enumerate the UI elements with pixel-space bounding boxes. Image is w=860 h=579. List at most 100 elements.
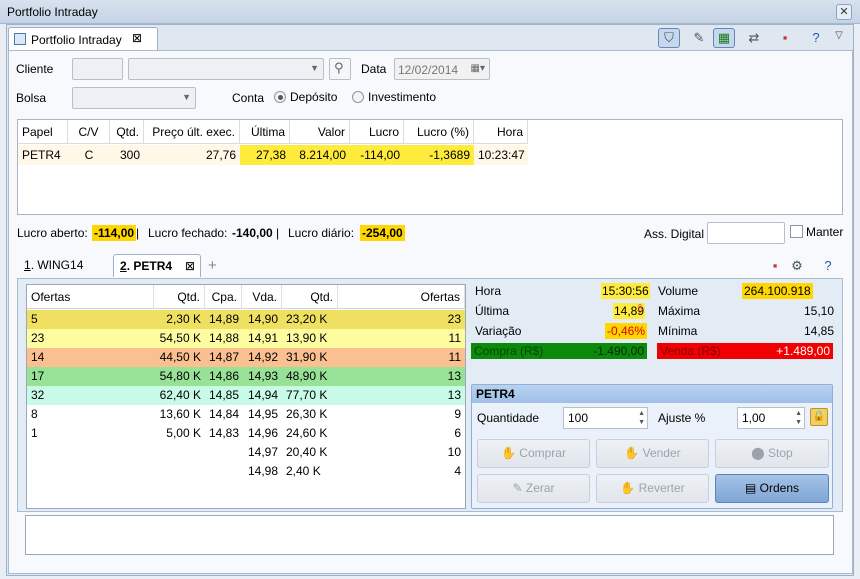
cell-qtd-venda: 20,40 K <box>286 445 328 459</box>
cell-qtd-compra: 2,30 K <box>166 312 201 326</box>
lock-icon[interactable]: 🔒 <box>810 408 828 426</box>
col-header-cpa[interactable]: Cpa. <box>205 285 242 309</box>
book-row[interactable]: 8 13,60 K 14,84 14,95 26,30 K 9 <box>27 405 465 424</box>
reverter-button[interactable]: ✋ Reverter <box>596 474 709 503</box>
cliente-select[interactable]: ▼ <box>128 58 324 80</box>
cell-qtd-venda: 24,60 K <box>286 426 328 440</box>
book-row[interactable]: 23 54,50 K 14,88 14,91 13,90 K 11 <box>27 329 465 348</box>
cell-hora: 10:23:47 <box>474 145 528 165</box>
book-row[interactable]: 14,98 2,40 K 4 <box>27 462 465 481</box>
help-icon[interactable]: ? <box>817 256 839 276</box>
tab-number: 1 <box>24 258 31 272</box>
cell-ultima: 27,38 <box>240 145 290 165</box>
col-header-ultima[interactable]: Última <box>240 120 290 144</box>
cell-ofertas-compra: 5 <box>31 312 38 326</box>
ajuste-stepper[interactable]: 1,00 ▲ ▼ <box>737 407 805 429</box>
col-header-qtd[interactable]: Qtd. <box>154 285 205 309</box>
close-icon[interactable]: ✕ <box>836 4 852 20</box>
chevron-down-icon[interactable]: ▽ <box>828 26 850 46</box>
help-icon[interactable]: ? <box>805 28 827 48</box>
col-header-preco[interactable]: Preço últ. exec. <box>144 120 240 144</box>
maxima-label: Máxima <box>658 304 701 318</box>
col-header-vda[interactable]: Vda. <box>242 285 282 309</box>
stop-label: Stop <box>768 446 793 460</box>
cell-ofertas-venda: 10 <box>447 445 461 459</box>
col-header-lucro[interactable]: Lucro <box>350 120 404 144</box>
venda-value: +1.489,00 <box>776 344 830 358</box>
export-icon[interactable]: ▦ <box>713 28 735 48</box>
cell-cpa: 14,85 <box>209 388 240 402</box>
ordens-button[interactable]: ▤ Ordens <box>715 474 829 503</box>
stepper-arrows-icon[interactable]: ▲ ▼ <box>638 409 645 427</box>
cell-vda: 14,93 <box>247 369 278 383</box>
cell-qtd-compra: 44,50 K <box>159 350 201 364</box>
add-tab-icon[interactable]: + <box>202 254 223 277</box>
cell-qtd-compra: 54,50 K <box>159 331 201 345</box>
color-grid-icon[interactable]: ▪ <box>774 28 796 48</box>
maxima-value: 15,10 <box>804 304 835 318</box>
tab-close-icon[interactable]: ⊠ <box>132 31 142 45</box>
conta-label: Conta <box>232 91 265 105</box>
manter-label: Manter <box>806 225 844 239</box>
quantidade-stepper[interactable]: 100 ▲ ▼ <box>563 407 648 429</box>
cell-ofertas-compra: 23 <box>31 331 45 345</box>
date-field[interactable]: 12/02/2014 ▦▾ <box>394 58 490 80</box>
comprar-button[interactable]: ✋ Comprar <box>477 439 590 468</box>
lucro-fechado-label: Lucro fechado: <box>148 226 228 240</box>
stepper-arrows-icon[interactable]: ▲ ▼ <box>795 409 802 427</box>
tab-petr4[interactable]: 2. PETR4 ⊠ <box>113 254 201 277</box>
col-header-qtd[interactable]: Qtd. <box>110 120 144 144</box>
data-label: Data <box>361 62 387 76</box>
cliente-code-input[interactable] <box>72 58 123 80</box>
radio-investimento[interactable] <box>352 91 364 103</box>
cell-qtd: 300 <box>110 145 144 165</box>
cell-ofertas-venda: 13 <box>447 369 461 383</box>
radio-deposito[interactable] <box>274 91 286 103</box>
radio-deposito-label: Depósito <box>290 90 338 104</box>
manter-checkbox[interactable] <box>790 225 803 238</box>
book-row[interactable]: 5 2,30 K 14,89 14,90 23,20 K 23 <box>27 310 465 329</box>
color-grid-icon[interactable]: ▪ <box>764 256 786 276</box>
search-icon[interactable]: ⚲ <box>329 58 351 80</box>
sign-icon[interactable]: ✎ <box>688 28 710 48</box>
col-header-papel[interactable]: Papel <box>18 120 68 144</box>
col-header-ofertas-venda[interactable]: Ofertas <box>338 285 465 309</box>
volume-label: Volume <box>658 284 699 298</box>
filter-icon[interactable]: ⛉ <box>658 28 680 48</box>
venda-label: Venda (R$) <box>660 344 721 358</box>
zerar-button[interactable]: ✎ Zerar <box>477 474 590 503</box>
book-row[interactable]: 14 44,50 K 14,87 14,92 31,90 K 11 <box>27 348 465 367</box>
col-header-qtd-venda[interactable]: Qtd. <box>282 285 338 309</box>
cell-vda: 14,97 <box>247 445 278 459</box>
lucro-fechado-value: -140,00 <box>232 226 273 240</box>
message-area <box>25 515 834 555</box>
tab-portfolio-intraday[interactable]: Portfolio Intraday ⊠ <box>8 27 158 50</box>
tab-wing14[interactable]: 1. WING14 <box>18 254 89 277</box>
minima-label: Mínima <box>658 324 698 338</box>
swap-icon[interactable]: ⇄ <box>743 28 765 48</box>
cell-lucro: -114,00 <box>350 145 404 165</box>
date-value: 12/02/2014 <box>398 63 459 77</box>
cell-ofertas-compra: 14 <box>31 350 45 364</box>
tab-label: . PETR4 <box>126 259 173 273</box>
vender-button[interactable]: ✋ Vender <box>596 439 709 468</box>
col-header-ofertas[interactable]: Ofertas <box>27 285 154 309</box>
bolsa-select[interactable]: ▼ <box>72 87 196 109</box>
gear-icon[interactable]: ⚙ <box>786 256 808 276</box>
book-row[interactable]: 17 54,80 K 14,86 14,93 48,90 K 13 <box>27 367 465 386</box>
cell-qtd-venda: 31,90 K <box>286 350 328 364</box>
col-header-hora[interactable]: Hora <box>474 120 528 144</box>
book-row[interactable]: 1 5,00 K 14,83 14,96 24,60 K 6 <box>27 424 465 443</box>
book-row[interactable]: 32 62,40 K 14,85 14,94 77,70 K 13 <box>27 386 465 405</box>
col-header-lucro-pct[interactable]: Lucro (%) <box>404 120 474 144</box>
assinatura-input[interactable] <box>707 222 785 244</box>
book-row[interactable]: 14,97 20,40 K 10 <box>27 443 465 462</box>
tab-close-icon[interactable]: ⊠ <box>185 255 195 278</box>
cell-vda: 14,91 <box>247 331 278 345</box>
col-header-cv[interactable]: C/V <box>68 120 110 144</box>
cell-qtd-venda: 26,30 K <box>286 407 328 421</box>
vender-label: Vender <box>642 446 681 460</box>
stop-button[interactable]: ⬤ Stop <box>715 439 829 468</box>
col-header-valor[interactable]: Valor <box>290 120 350 144</box>
cell-qtd-compra: 54,80 K <box>159 369 201 383</box>
